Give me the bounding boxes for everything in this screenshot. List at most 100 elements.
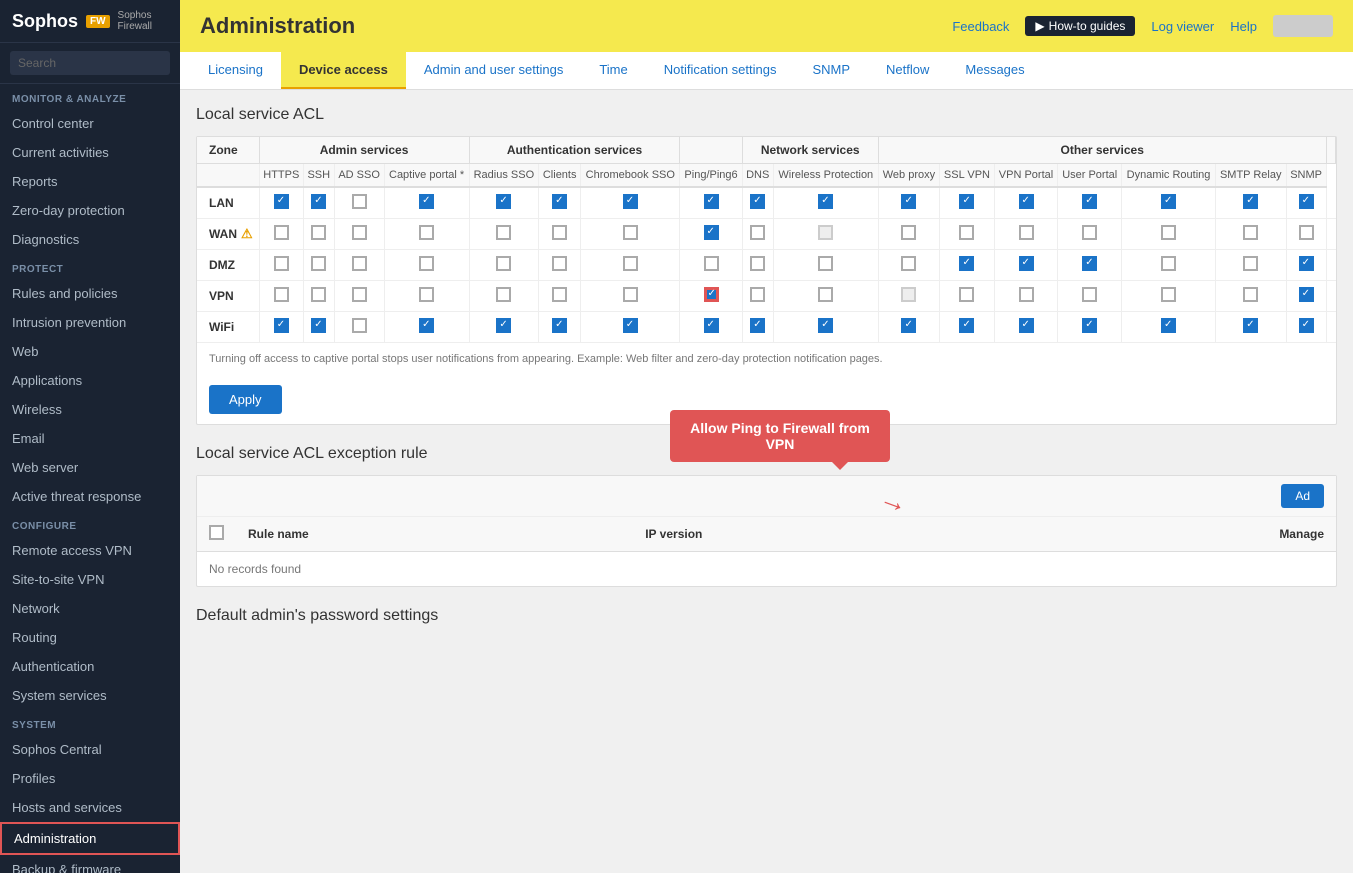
checkbox-checked[interactable] — [1161, 194, 1176, 209]
checkbox-checked[interactable] — [1019, 318, 1034, 333]
checkbox-empty[interactable] — [352, 225, 367, 240]
checkbox-checked[interactable] — [704, 225, 719, 240]
checkbox-empty[interactable] — [959, 225, 974, 240]
checkbox-checked[interactable] — [959, 256, 974, 271]
checkbox-checked[interactable] — [1082, 194, 1097, 209]
tab-messages[interactable]: Messages — [947, 52, 1042, 89]
checkbox-checked[interactable] — [419, 194, 434, 209]
checkbox-checked[interactable] — [1082, 256, 1097, 271]
checkbox-checked[interactable] — [623, 194, 638, 209]
sidebar-item-profiles[interactable]: Profiles — [0, 764, 180, 793]
checkbox-empty[interactable] — [311, 256, 326, 271]
checkbox-checked[interactable] — [1019, 194, 1034, 209]
checkbox-checked[interactable] — [818, 318, 833, 333]
checkbox-empty[interactable] — [496, 256, 511, 271]
checkbox-checked[interactable] — [1161, 318, 1176, 333]
checkbox-empty[interactable] — [419, 287, 434, 302]
user-menu[interactable] — [1273, 15, 1333, 37]
tab-time[interactable]: Time — [581, 52, 645, 89]
checkbox-empty[interactable] — [274, 225, 289, 240]
checkbox-checked[interactable] — [274, 194, 289, 209]
checkbox-checked[interactable] — [1243, 318, 1258, 333]
search-box[interactable] — [0, 43, 180, 84]
checkbox-empty[interactable] — [750, 287, 765, 302]
feedback-link[interactable]: Feedback — [952, 19, 1009, 34]
sidebar-item-site-vpn[interactable]: Site-to-site VPN — [0, 565, 180, 594]
checkbox-empty[interactable] — [311, 287, 326, 302]
checkbox-checked[interactable] — [1299, 194, 1314, 209]
sidebar-item-webserver[interactable]: Web server — [0, 453, 180, 482]
checkbox-empty[interactable] — [274, 256, 289, 271]
checkbox-highlighted[interactable] — [704, 287, 719, 302]
checkbox-empty[interactable] — [750, 225, 765, 240]
checkbox-empty[interactable] — [1243, 287, 1258, 302]
checkbox-empty[interactable] — [818, 287, 833, 302]
checkbox-empty[interactable] — [352, 318, 367, 333]
checkbox-checked[interactable] — [1299, 287, 1314, 302]
checkbox-empty[interactable] — [1161, 256, 1176, 271]
sidebar-item-backup-firmware[interactable]: Backup & firmware — [0, 855, 180, 873]
checkbox-checked[interactable] — [496, 318, 511, 333]
checkbox-checked[interactable] — [311, 318, 326, 333]
checkbox-empty[interactable] — [1082, 225, 1097, 240]
checkbox-empty[interactable] — [1299, 225, 1314, 240]
checkbox-empty[interactable] — [352, 287, 367, 302]
tab-admin-user-settings[interactable]: Admin and user settings — [406, 52, 581, 89]
tab-notification-settings[interactable]: Notification settings — [646, 52, 795, 89]
checkbox-checked[interactable] — [704, 194, 719, 209]
sidebar-item-routing[interactable]: Routing — [0, 623, 180, 652]
sidebar-item-reports[interactable]: Reports — [0, 167, 180, 196]
checkbox-empty[interactable] — [552, 256, 567, 271]
checkbox-checked[interactable] — [1243, 194, 1258, 209]
checkbox-checked[interactable] — [1082, 318, 1097, 333]
checkbox-empty[interactable] — [552, 225, 567, 240]
checkbox-checked[interactable] — [496, 194, 511, 209]
sidebar-item-sophos-central[interactable]: Sophos Central — [0, 735, 180, 764]
sidebar-item-remote-vpn[interactable]: Remote access VPN — [0, 536, 180, 565]
checkbox-empty[interactable] — [901, 256, 916, 271]
checkbox-empty[interactable] — [496, 287, 511, 302]
checkbox-checked[interactable] — [552, 194, 567, 209]
checkbox-empty[interactable] — [1019, 225, 1034, 240]
checkbox-checked[interactable] — [419, 318, 434, 333]
checkbox-empty[interactable] — [623, 225, 638, 240]
checkbox-checked[interactable] — [552, 318, 567, 333]
sidebar-item-diagnostics[interactable]: Diagnostics — [0, 225, 180, 254]
checkbox-empty[interactable] — [496, 225, 511, 240]
checkbox-checked[interactable] — [623, 318, 638, 333]
apply-button[interactable]: Apply — [209, 385, 282, 414]
checkbox-checked[interactable] — [901, 194, 916, 209]
search-input[interactable] — [10, 51, 170, 75]
sidebar-item-administration[interactable]: Administration — [0, 822, 180, 855]
sidebar-item-active-threat[interactable]: Active threat response — [0, 482, 180, 511]
checkbox-checked[interactable] — [1299, 256, 1314, 271]
sidebar-item-hosts-services[interactable]: Hosts and services — [0, 793, 180, 822]
checkbox-checked[interactable] — [818, 194, 833, 209]
checkbox-checked[interactable] — [704, 318, 719, 333]
checkbox-checked[interactable] — [274, 318, 289, 333]
checkbox-empty[interactable] — [1082, 287, 1097, 302]
help-link[interactable]: Help — [1230, 19, 1257, 34]
tab-snmp[interactable]: SNMP — [794, 52, 868, 89]
sidebar-item-intrusion[interactable]: Intrusion prevention — [0, 308, 180, 337]
sidebar-item-wireless[interactable]: Wireless — [0, 395, 180, 424]
checkbox-empty[interactable] — [704, 256, 719, 271]
checkbox-empty[interactable] — [419, 256, 434, 271]
checkbox-empty[interactable] — [1161, 287, 1176, 302]
sidebar-item-applications[interactable]: Applications — [0, 366, 180, 395]
checkbox-empty[interactable] — [623, 256, 638, 271]
sidebar-item-web[interactable]: Web — [0, 337, 180, 366]
checkbox-checked[interactable] — [750, 318, 765, 333]
sidebar-item-authentication[interactable]: Authentication — [0, 652, 180, 681]
sidebar-item-email[interactable]: Email — [0, 424, 180, 453]
select-all-checkbox[interactable] — [209, 525, 224, 540]
checkbox-empty[interactable] — [1019, 287, 1034, 302]
sidebar-item-system-services[interactable]: System services — [0, 681, 180, 710]
tab-netflow[interactable]: Netflow — [868, 52, 947, 89]
add-exception-button[interactable]: Ad — [1281, 484, 1324, 508]
tab-licensing[interactable]: Licensing — [190, 52, 281, 89]
sidebar-item-current-activities[interactable]: Current activities — [0, 138, 180, 167]
checkbox-checked[interactable] — [1299, 318, 1314, 333]
checkbox-empty[interactable] — [1243, 256, 1258, 271]
sidebar-item-network[interactable]: Network — [0, 594, 180, 623]
